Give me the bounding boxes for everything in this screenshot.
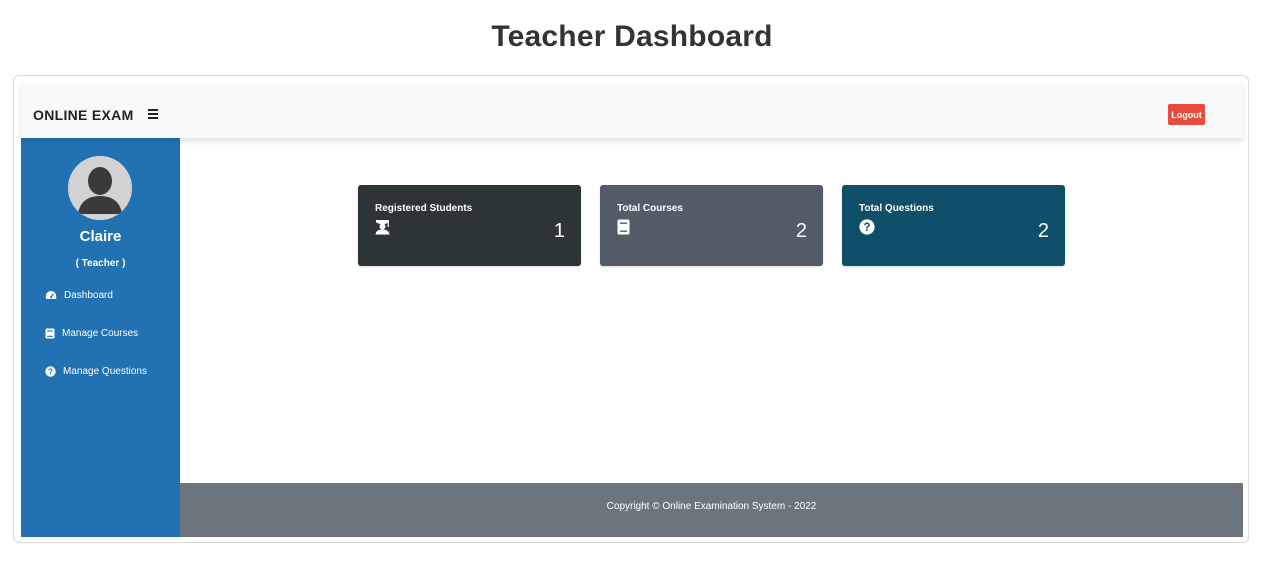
- svg-text:?: ?: [863, 222, 870, 234]
- sidebar-item-manage-courses[interactable]: Manage Courses: [45, 325, 138, 341]
- book-icon: [45, 328, 55, 338]
- sidebar-item-label: Manage Questions: [63, 365, 147, 377]
- sidebar: Claire ( Teacher ) Dashboard Manage Cour…: [21, 138, 180, 537]
- card-title: Registered Students: [375, 203, 473, 214]
- hamburger-menu-icon[interactable]: [146, 105, 160, 121]
- card-title: Total Courses: [617, 203, 683, 214]
- footer-copyright: Copyright © Online Examination System - …: [180, 483, 1243, 537]
- card-registered-students[interactable]: Registered Students 1: [358, 185, 581, 266]
- logout-button[interactable]: Logout: [1168, 104, 1205, 125]
- user-role: ( Teacher ): [75, 258, 126, 269]
- brand-logo-text: ONLINE EXAM: [33, 107, 134, 123]
- user-name: Claire: [79, 228, 122, 245]
- page-title: Teacher Dashboard: [491, 20, 773, 53]
- question-circle-icon: ?: [45, 365, 56, 377]
- top-navbar: ONLINE EXAM Logout: [21, 83, 1243, 138]
- svg-text:?: ?: [48, 367, 53, 376]
- user-graduate-icon: [375, 219, 390, 240]
- card-value: 2: [795, 220, 807, 242]
- sidebar-item-label: Manage Courses: [62, 327, 139, 339]
- avatar: [68, 156, 132, 220]
- book-icon: [617, 219, 630, 240]
- card-title: Total Questions: [859, 203, 934, 214]
- card-total-questions[interactable]: Total Questions ? 2: [842, 185, 1065, 266]
- tachometer-icon: [45, 290, 57, 299]
- card-value: 2: [1037, 220, 1049, 242]
- card-total-courses[interactable]: Total Courses 2: [600, 185, 823, 266]
- sidebar-item-label: Dashboard: [64, 289, 113, 301]
- card-value: 1: [553, 220, 565, 242]
- question-circle-icon: ?: [859, 219, 875, 240]
- user-silhouette-icon: [68, 156, 132, 220]
- sidebar-item-dashboard[interactable]: Dashboard: [45, 287, 113, 303]
- sidebar-item-manage-questions[interactable]: ? Manage Questions: [45, 363, 147, 379]
